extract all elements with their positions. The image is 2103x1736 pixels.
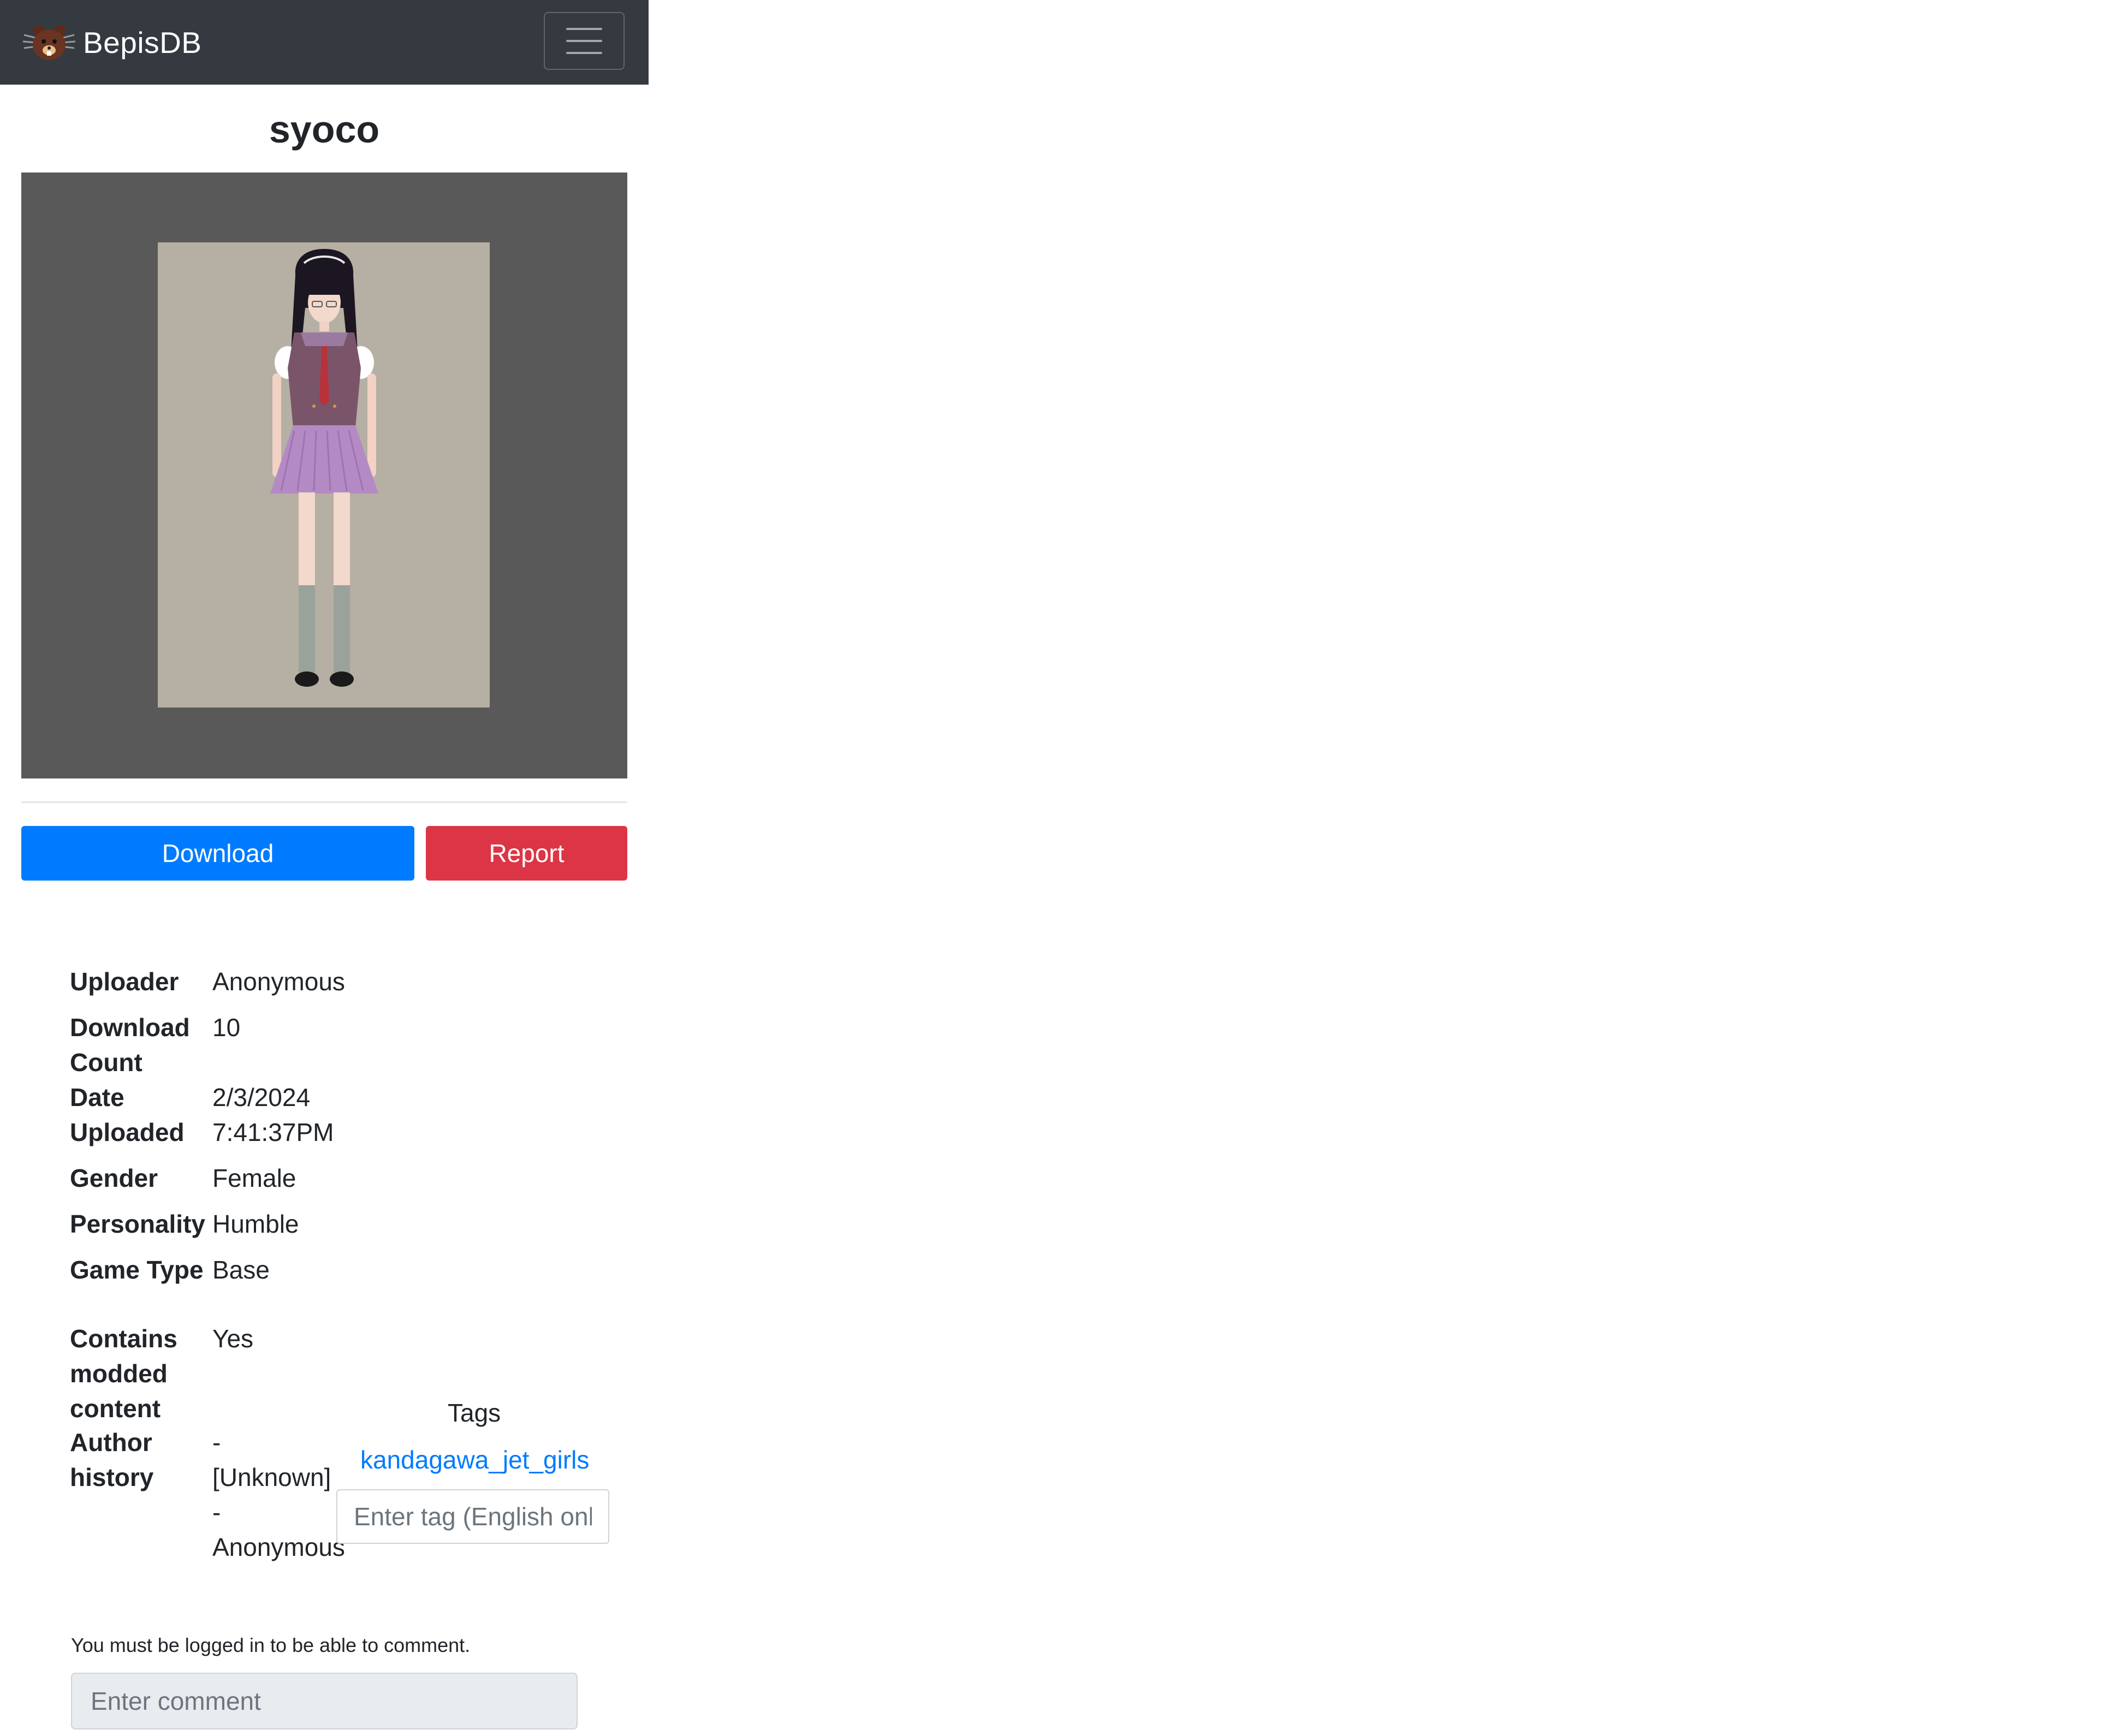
info-label-personality: Personality — [70, 1210, 205, 1238]
card-preview — [21, 173, 627, 778]
brand-link[interactable]: BepisDB — [23, 21, 201, 64]
info-label-author-history: Author history — [70, 1428, 154, 1491]
info-value-download-count: 10 — [212, 1013, 241, 1042]
report-button[interactable]: Report — [426, 826, 627, 881]
info-value-date-uploaded: 2/3/2024 7:41:37PM — [212, 1083, 334, 1146]
navbar-toggle-button[interactable] — [544, 12, 625, 70]
info-value-author-history: - [Unknown] - Anonymous — [212, 1428, 345, 1561]
download-button[interactable]: Download — [21, 826, 414, 881]
divider — [21, 801, 627, 803]
info-label-gender: Gender — [70, 1164, 158, 1192]
info-value-game-type: Base — [212, 1256, 270, 1284]
tag-input[interactable] — [336, 1489, 609, 1544]
login-required-notice: You must be logged in to be able to comm… — [71, 1634, 471, 1656]
info-value-personality: Humble — [212, 1210, 299, 1238]
tags-heading: Tags — [448, 1399, 501, 1427]
brand-name: BepisDB — [83, 26, 202, 60]
card-title: syoco — [269, 108, 380, 151]
navbar: BepisDB — [0, 0, 649, 85]
info-label-game-type: Game Type — [70, 1256, 204, 1284]
hamburger-menu-icon — [566, 28, 602, 54]
tag-link[interactable]: kandagawa_jet_girls — [360, 1442, 589, 1477]
comment-input[interactable] — [71, 1673, 578, 1729]
info-value-gender: Female — [212, 1164, 296, 1192]
info-label-uploader: Uploader — [70, 967, 179, 996]
page: BepisDB syoco Download Report Uploader A… — [0, 0, 649, 1736]
info-value-uploader: Anonymous — [212, 967, 345, 996]
character-card-image[interactable] — [158, 242, 490, 708]
info-value-modded-content: Yes — [212, 1324, 254, 1353]
info-label-download-count: Download Count — [70, 1013, 190, 1077]
bear-face-icon — [23, 25, 75, 60]
info-label-modded-content: Contains modded content — [70, 1324, 177, 1423]
info-label-date-uploaded: Date Uploaded — [70, 1083, 185, 1146]
